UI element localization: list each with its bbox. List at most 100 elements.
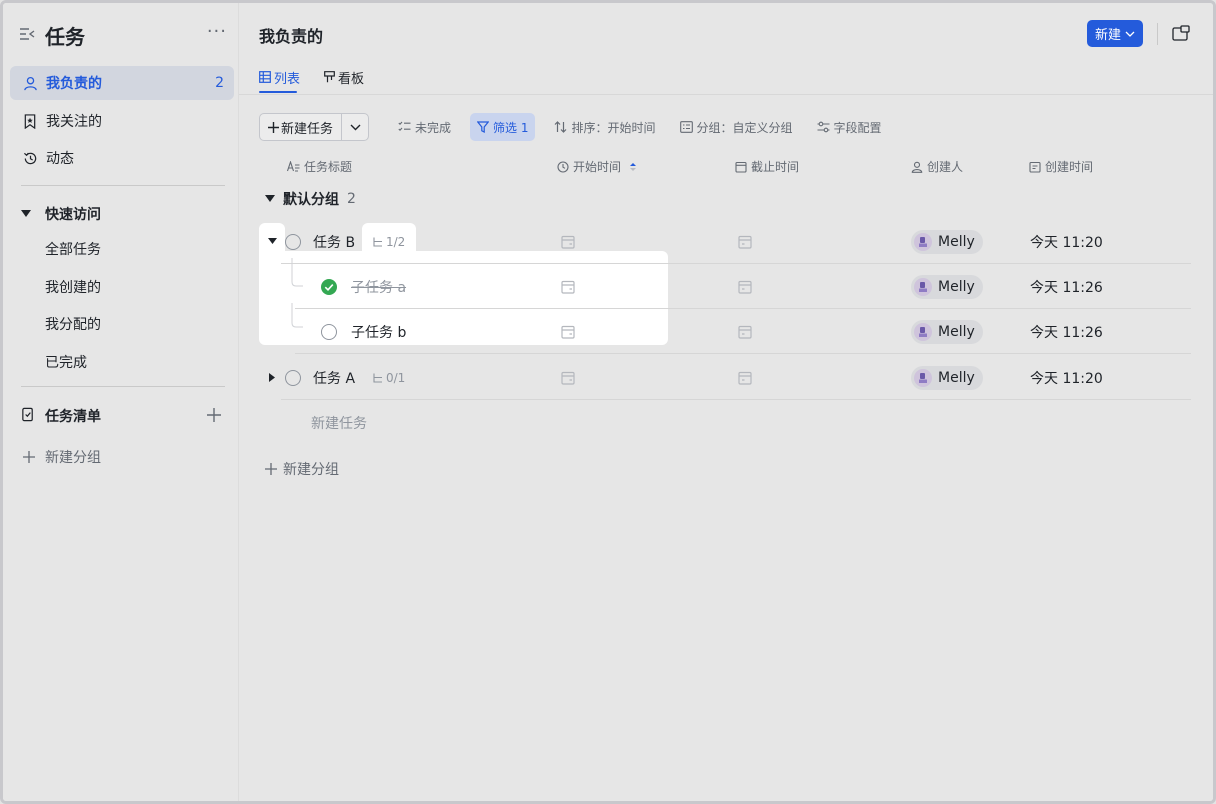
active-tab-indicator: [259, 91, 297, 93]
task-checkbox[interactable]: [285, 355, 301, 400]
collapse-sidebar-icon[interactable]: [19, 27, 35, 41]
more-options-icon[interactable]: ···: [207, 21, 227, 42]
sidebar-item-all-tasks[interactable]: 全部任务: [45, 239, 101, 259]
sort-button[interactable]: 排序：开始时间: [547, 113, 662, 141]
tab-list[interactable]: 列表: [259, 65, 300, 89]
new-task-dropdown[interactable]: [342, 114, 368, 140]
checklist-icon: [21, 407, 37, 426]
task-lists-section[interactable]: 任务清单: [21, 406, 101, 426]
quick-access-label: 快速访问: [45, 207, 101, 223]
creator-chip[interactable]: Melly: [911, 274, 983, 299]
sidebar-divider: [21, 386, 225, 387]
task-title[interactable]: 子任务 a: [351, 264, 406, 309]
new-group-sidebar-button[interactable]: 新建分组: [23, 447, 101, 467]
sidebar-item-completed[interactable]: 已完成: [45, 352, 87, 372]
creator-cell: Melly: [911, 264, 983, 309]
column-header-start[interactable]: 开始时间: [557, 158, 637, 175]
filter-icon: [477, 121, 490, 133]
sidebar-item-assigned-by-me[interactable]: 我分配的: [45, 314, 101, 334]
creator-cell: Melly: [911, 355, 983, 400]
group-count: 2: [347, 191, 356, 207]
page-title: 我负责的: [259, 27, 324, 46]
incomplete-filter-button[interactable]: 未完成: [391, 113, 458, 141]
task-checkbox[interactable]: [321, 309, 337, 354]
chevron-down-icon: [1125, 31, 1135, 37]
quick-access-section[interactable]: 快速访问: [21, 204, 101, 224]
creator-name: Melly: [938, 323, 975, 340]
incomplete-label: 未完成: [415, 120, 452, 135]
sort-icon: [555, 121, 567, 133]
creator-chip[interactable]: Melly: [911, 365, 983, 390]
subtask-icon: [373, 373, 382, 383]
task-title[interactable]: 子任务 b: [351, 309, 406, 354]
assigned-count-badge: 2: [215, 75, 224, 91]
start-date-cell[interactable]: [561, 264, 575, 309]
task-checkbox-done[interactable]: [321, 264, 337, 309]
due-date-cell[interactable]: [738, 355, 752, 400]
add-task-list-icon[interactable]: [207, 408, 221, 422]
main-panel: 我负责的 新建 列表 看板 新建任务 未完成 筛选 1 排序：开始时间 分组：自…: [239, 3, 1213, 801]
kanban-icon: [324, 71, 335, 83]
table-row[interactable]: 子任务 b Melly 今天 11:26: [291, 303, 1191, 354]
calendar-icon: [738, 235, 752, 249]
group-by-button[interactable]: 分组：自定义分组: [673, 113, 800, 141]
task-title[interactable]: 任务 B: [313, 219, 355, 264]
calendar-icon: [738, 371, 752, 385]
column-header-title[interactable]: 任务标题: [287, 158, 352, 175]
table-row[interactable]: 任务 B 1/2 Melly 今天 11:20: [268, 219, 1191, 264]
sidebar-item-assigned-to-me[interactable]: 我负责的 2: [10, 66, 234, 100]
calendar-icon: [561, 371, 575, 385]
sidebar: 任务 ··· 我负责的 2 我关注的 动态 快速访问 全部任务 我创建的 我分配…: [3, 3, 239, 801]
task-title[interactable]: 任务 A: [313, 355, 355, 400]
new-task-button[interactable]: 新建任务: [260, 114, 343, 140]
due-date-cell[interactable]: [738, 219, 752, 264]
sidebar-item-following[interactable]: 我关注的: [10, 104, 234, 138]
creator-cell: Melly: [911, 219, 983, 264]
toolbar: 新建任务 未完成 筛选 1 排序：开始时间 分组：自定义分组 字段配置: [259, 113, 889, 141]
due-date-cell[interactable]: [738, 264, 752, 309]
sidebar-item-created-by-me[interactable]: 我创建的: [45, 277, 101, 297]
creator-chip[interactable]: Melly: [911, 229, 983, 254]
table-row[interactable]: 子任务 a Melly 今天 11:26: [291, 258, 1191, 309]
due-date-cell[interactable]: [738, 309, 752, 354]
start-date-cell[interactable]: [561, 219, 575, 264]
sidebar-item-label: 我负责的: [46, 76, 102, 92]
field-config-label: 字段配置: [833, 120, 882, 135]
field-config-button[interactable]: 字段配置: [810, 113, 889, 141]
tab-label: 看板: [338, 71, 365, 87]
tree-connector: [291, 303, 303, 328]
start-date-cell[interactable]: [561, 355, 575, 400]
column-label: 创建时间: [1045, 160, 1094, 174]
column-header-creator[interactable]: 创建人: [911, 158, 963, 175]
add-task-inline[interactable]: 新建任务: [311, 413, 367, 433]
open-in-window-icon[interactable]: [1172, 25, 1190, 41]
sidebar-item-label: 我关注的: [46, 114, 102, 130]
start-date-cell[interactable]: [561, 309, 575, 354]
column-header-due[interactable]: 截止时间: [735, 158, 799, 175]
sidebar-item-activity[interactable]: 动态: [10, 141, 234, 175]
new-group-label: 新建分组: [45, 450, 101, 466]
avatar: [914, 368, 932, 387]
new-button[interactable]: 新建: [1087, 20, 1143, 47]
group-by-label: 分组：自定义分组: [696, 120, 793, 135]
plus-icon: [265, 463, 277, 475]
expand-toggle[interactable]: [268, 219, 277, 264]
tabs-divider: [239, 94, 1213, 95]
table-row[interactable]: 任务 A 0/1 Melly 今天 11:20: [269, 355, 1191, 400]
column-label: 截止时间: [751, 160, 800, 174]
expand-toggle[interactable]: [269, 355, 276, 400]
group-header[interactable]: 默认分组 2: [265, 189, 356, 209]
column-header-created[interactable]: 创建时间: [1029, 158, 1093, 175]
add-group-button[interactable]: 新建分组: [265, 459, 339, 479]
filter-button[interactable]: 筛选 1: [470, 113, 536, 141]
tab-kanban[interactable]: 看板: [324, 65, 364, 89]
tree-connector: [291, 258, 303, 287]
creator-chip[interactable]: Melly: [911, 319, 983, 344]
text-icon: [287, 161, 300, 172]
circle-checkbox-icon: [321, 323, 337, 340]
subtask-count-text: 1/2: [386, 234, 406, 249]
calendar-icon: [561, 235, 575, 249]
checklist-icon: [398, 121, 411, 131]
app-title: 任务: [45, 25, 85, 49]
creator-name: Melly: [938, 233, 975, 250]
